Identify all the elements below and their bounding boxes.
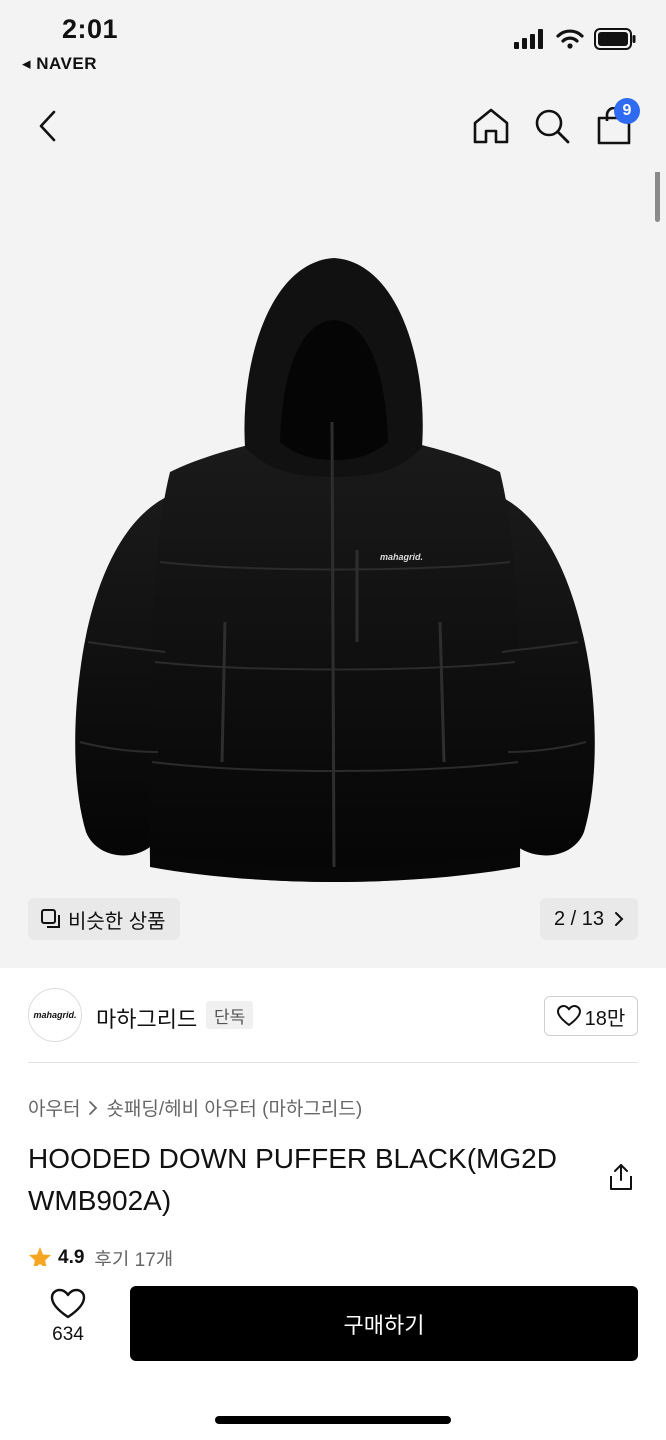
chevron-right-icon: [615, 912, 624, 926]
brand-logo[interactable]: mahagrid.: [28, 988, 82, 1042]
share-icon: [610, 1164, 632, 1190]
chevron-right-icon: [89, 1100, 98, 1115]
back-to-app-link[interactable]: ◂ NAVER: [22, 54, 97, 74]
back-button[interactable]: [24, 102, 72, 150]
exclusive-tag: 단독: [206, 1001, 254, 1029]
home-button[interactable]: [467, 102, 515, 150]
similar-products-button[interactable]: 비슷한 상품: [28, 898, 180, 940]
page-counter-label: 2 / 13: [553, 907, 604, 930]
brand-name[interactable]: 마하그리드: [96, 1002, 197, 1034]
wishlist-count: 634: [52, 1324, 84, 1345]
heart-icon: [556, 1005, 581, 1026]
divider: [28, 1062, 638, 1063]
buy-button[interactable]: 구매하기: [130, 1286, 638, 1361]
home-icon: [473, 108, 509, 144]
heart-icon: [50, 1288, 86, 1319]
brand-like-button[interactable]: 18만: [544, 996, 638, 1036]
cart-button[interactable]: 9: [590, 98, 640, 150]
status-bar: 2:01 ◂ NAVER: [0, 0, 666, 80]
breadcrumb-category[interactable]: 아우터: [28, 1094, 80, 1121]
home-indicator: [215, 1416, 451, 1424]
breadcrumb-subcategory[interactable]: 숏패딩/헤비 아우터 (마하그리드): [106, 1094, 362, 1121]
product-image: [75, 258, 595, 882]
share-button[interactable]: [606, 1162, 636, 1192]
brand-like-count: 18만: [584, 1007, 626, 1030]
bottom-action-bar: 634 구매하기: [0, 1266, 666, 1440]
cart-count-badge: 9: [614, 98, 640, 124]
search-button[interactable]: [528, 102, 576, 150]
wishlist-button[interactable]: 634: [36, 1288, 100, 1346]
cellular-signal-icon: [514, 29, 543, 49]
image-page-counter[interactable]: 2 / 13: [539, 898, 638, 940]
product-title: HOODED DOWN PUFFER BLACK(MG2D WMB902A): [28, 1143, 557, 1216]
copy-icon: [41, 909, 60, 928]
chevron-left-icon: [39, 110, 56, 142]
brand-row: mahagrid. 마하그리드 단독 18만: [28, 988, 638, 1044]
wifi-icon: [556, 29, 584, 49]
search-icon: [535, 109, 570, 144]
status-time: 2:01: [62, 14, 119, 44]
battery-icon: [594, 28, 636, 50]
system-icons: [514, 28, 636, 50]
navigation-bar: 9: [0, 80, 666, 172]
jacket-logo-print: mahagrid.: [380, 552, 424, 562]
product-image-carousel[interactable]: mahagrid. 비슷한 상품 2 / 13: [0, 172, 666, 968]
breadcrumb: 아우터 숏패딩/헤비 아우터 (마하그리드): [28, 1094, 362, 1121]
similar-products-label: 비슷한 상품: [68, 910, 166, 933]
